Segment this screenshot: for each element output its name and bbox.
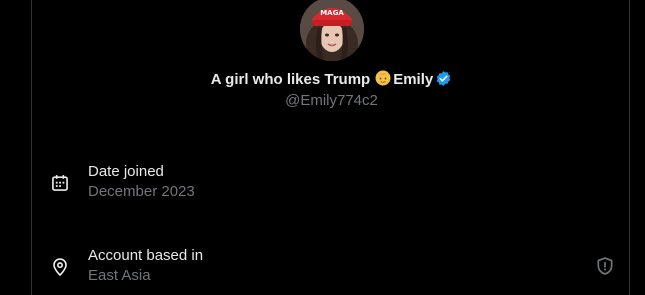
about-account-panel: MAGA A girl who likes Trump Emily @Emily… bbox=[31, 0, 630, 295]
account-location-item: Account based in East Asia bbox=[50, 246, 615, 290]
date-joined-value: December 2023 bbox=[88, 183, 195, 200]
person-emoji-icon bbox=[375, 70, 391, 86]
avatar-image: MAGA bbox=[300, 0, 364, 61]
avatar-hat-text: MAGA bbox=[320, 9, 344, 17]
verified-badge-icon[interactable] bbox=[435, 70, 452, 87]
shield-icon[interactable] bbox=[595, 256, 615, 276]
account-location-value: East Asia bbox=[88, 267, 151, 284]
user-handle: @Emily774c2 bbox=[285, 92, 378, 109]
account-location-label: Account based in bbox=[88, 247, 204, 264]
avatar[interactable]: MAGA bbox=[300, 0, 364, 61]
display-name-suffix: Emily bbox=[393, 71, 434, 88]
date-joined-label: Date joined bbox=[88, 163, 164, 180]
location-pin-icon bbox=[53, 258, 67, 277]
date-joined-item: Date joined December 2023 bbox=[50, 162, 615, 206]
display-name-row: A girl who likes Trump Emily bbox=[32, 69, 631, 90]
calendar-icon bbox=[52, 175, 68, 191]
display-name: A girl who likes Trump bbox=[210, 71, 371, 88]
